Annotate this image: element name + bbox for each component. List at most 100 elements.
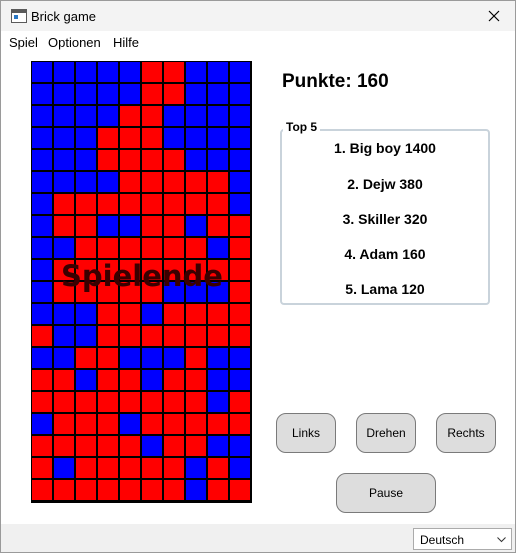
brick-cell xyxy=(230,282,250,302)
brick-cell xyxy=(186,106,206,126)
brick-cell xyxy=(142,216,162,236)
brick-cell xyxy=(32,348,52,368)
brick-cell xyxy=(230,436,250,456)
menu-optionen[interactable]: Optionen xyxy=(48,35,101,50)
brick-cell xyxy=(32,84,52,104)
brick-cell xyxy=(32,260,52,280)
brick-cell xyxy=(32,150,52,170)
left-button[interactable]: Links xyxy=(276,413,336,453)
menu-hilfe[interactable]: Hilfe xyxy=(113,35,139,50)
brick-cell xyxy=(164,480,184,500)
brick-cell xyxy=(98,458,118,478)
brick-cell xyxy=(54,260,74,280)
brick-cell xyxy=(98,62,118,82)
brick-cell xyxy=(208,436,228,456)
brick-cell xyxy=(76,326,96,346)
brick-cell xyxy=(98,150,118,170)
brick-cell xyxy=(164,172,184,192)
brick-cell xyxy=(208,62,228,82)
brick-cell xyxy=(76,282,96,302)
brick-cell xyxy=(186,436,206,456)
brick-cell xyxy=(32,304,52,324)
brick-cell xyxy=(32,216,52,236)
brick-cell xyxy=(32,458,52,478)
brick-cell xyxy=(120,172,140,192)
right-button[interactable]: Rechts xyxy=(436,413,496,453)
brick-cell xyxy=(230,392,250,412)
brick-cell xyxy=(208,150,228,170)
brick-cell xyxy=(54,392,74,412)
close-button[interactable] xyxy=(473,1,515,31)
brick-cell xyxy=(120,282,140,302)
brick-cell xyxy=(230,480,250,500)
brick-cell xyxy=(186,370,206,390)
brick-cell xyxy=(120,194,140,214)
brick-cell xyxy=(76,458,96,478)
brick-cell xyxy=(208,480,228,500)
brick-cell xyxy=(142,150,162,170)
brick-cell xyxy=(230,304,250,324)
brick-cell xyxy=(164,370,184,390)
brick-cell xyxy=(76,414,96,434)
brick-cell xyxy=(76,216,96,236)
top5-legend: Top 5 xyxy=(283,120,321,134)
brick-cell xyxy=(208,282,228,302)
brick-cell xyxy=(142,348,162,368)
brick-cell xyxy=(142,172,162,192)
brick-cell xyxy=(76,392,96,412)
brick-cell xyxy=(54,480,74,500)
brick-cell xyxy=(208,392,228,412)
brick-cell xyxy=(98,84,118,104)
brick-cell xyxy=(120,326,140,346)
menu-spiel[interactable]: Spiel xyxy=(9,35,38,50)
brick-cell xyxy=(142,62,162,82)
brick-cell xyxy=(98,304,118,324)
brick-cell xyxy=(186,304,206,324)
brick-cell xyxy=(120,414,140,434)
brick-cell xyxy=(54,370,74,390)
brick-cell xyxy=(208,172,228,192)
menu-bar: Spiel Optionen Hilfe xyxy=(1,31,515,53)
brick-cell xyxy=(120,260,140,280)
game-board xyxy=(31,61,252,503)
brick-cell xyxy=(164,458,184,478)
brick-cell xyxy=(186,458,206,478)
pause-button[interactable]: Pause xyxy=(336,473,436,513)
brick-cell xyxy=(32,128,52,148)
brick-cell xyxy=(142,326,162,346)
brick-cell xyxy=(32,238,52,258)
rotate-button[interactable]: Drehen xyxy=(356,413,416,453)
brick-cell xyxy=(54,326,74,346)
brick-cell xyxy=(120,84,140,104)
brick-cell xyxy=(208,238,228,258)
brick-cell xyxy=(98,172,118,192)
brick-cell xyxy=(164,304,184,324)
brick-cell xyxy=(98,260,118,280)
brick-cell xyxy=(208,348,228,368)
brick-cell xyxy=(208,458,228,478)
brick-cell xyxy=(186,172,206,192)
brick-cell xyxy=(142,414,162,434)
brick-cell xyxy=(186,62,206,82)
brick-cell xyxy=(186,238,206,258)
brick-cell xyxy=(230,62,250,82)
brick-cell xyxy=(208,194,228,214)
language-select[interactable]: Deutsch xyxy=(413,528,512,550)
brick-cell xyxy=(208,370,228,390)
brick-cell xyxy=(208,216,228,236)
top5-entry-2: 2. Dejw 380 xyxy=(347,176,423,192)
brick-cell xyxy=(142,194,162,214)
top5-entry-1: 1. Big boy 1400 xyxy=(334,140,436,156)
brick-cell xyxy=(98,326,118,346)
brick-cell xyxy=(164,216,184,236)
brick-cell xyxy=(32,414,52,434)
brick-cell xyxy=(142,260,162,280)
brick-cell xyxy=(32,326,52,346)
brick-cell xyxy=(230,326,250,346)
brick-cell xyxy=(76,62,96,82)
brick-cell xyxy=(120,106,140,126)
brick-cell xyxy=(208,326,228,346)
brick-cell xyxy=(186,260,206,280)
chevron-down-icon xyxy=(497,537,506,543)
brick-cell xyxy=(164,260,184,280)
